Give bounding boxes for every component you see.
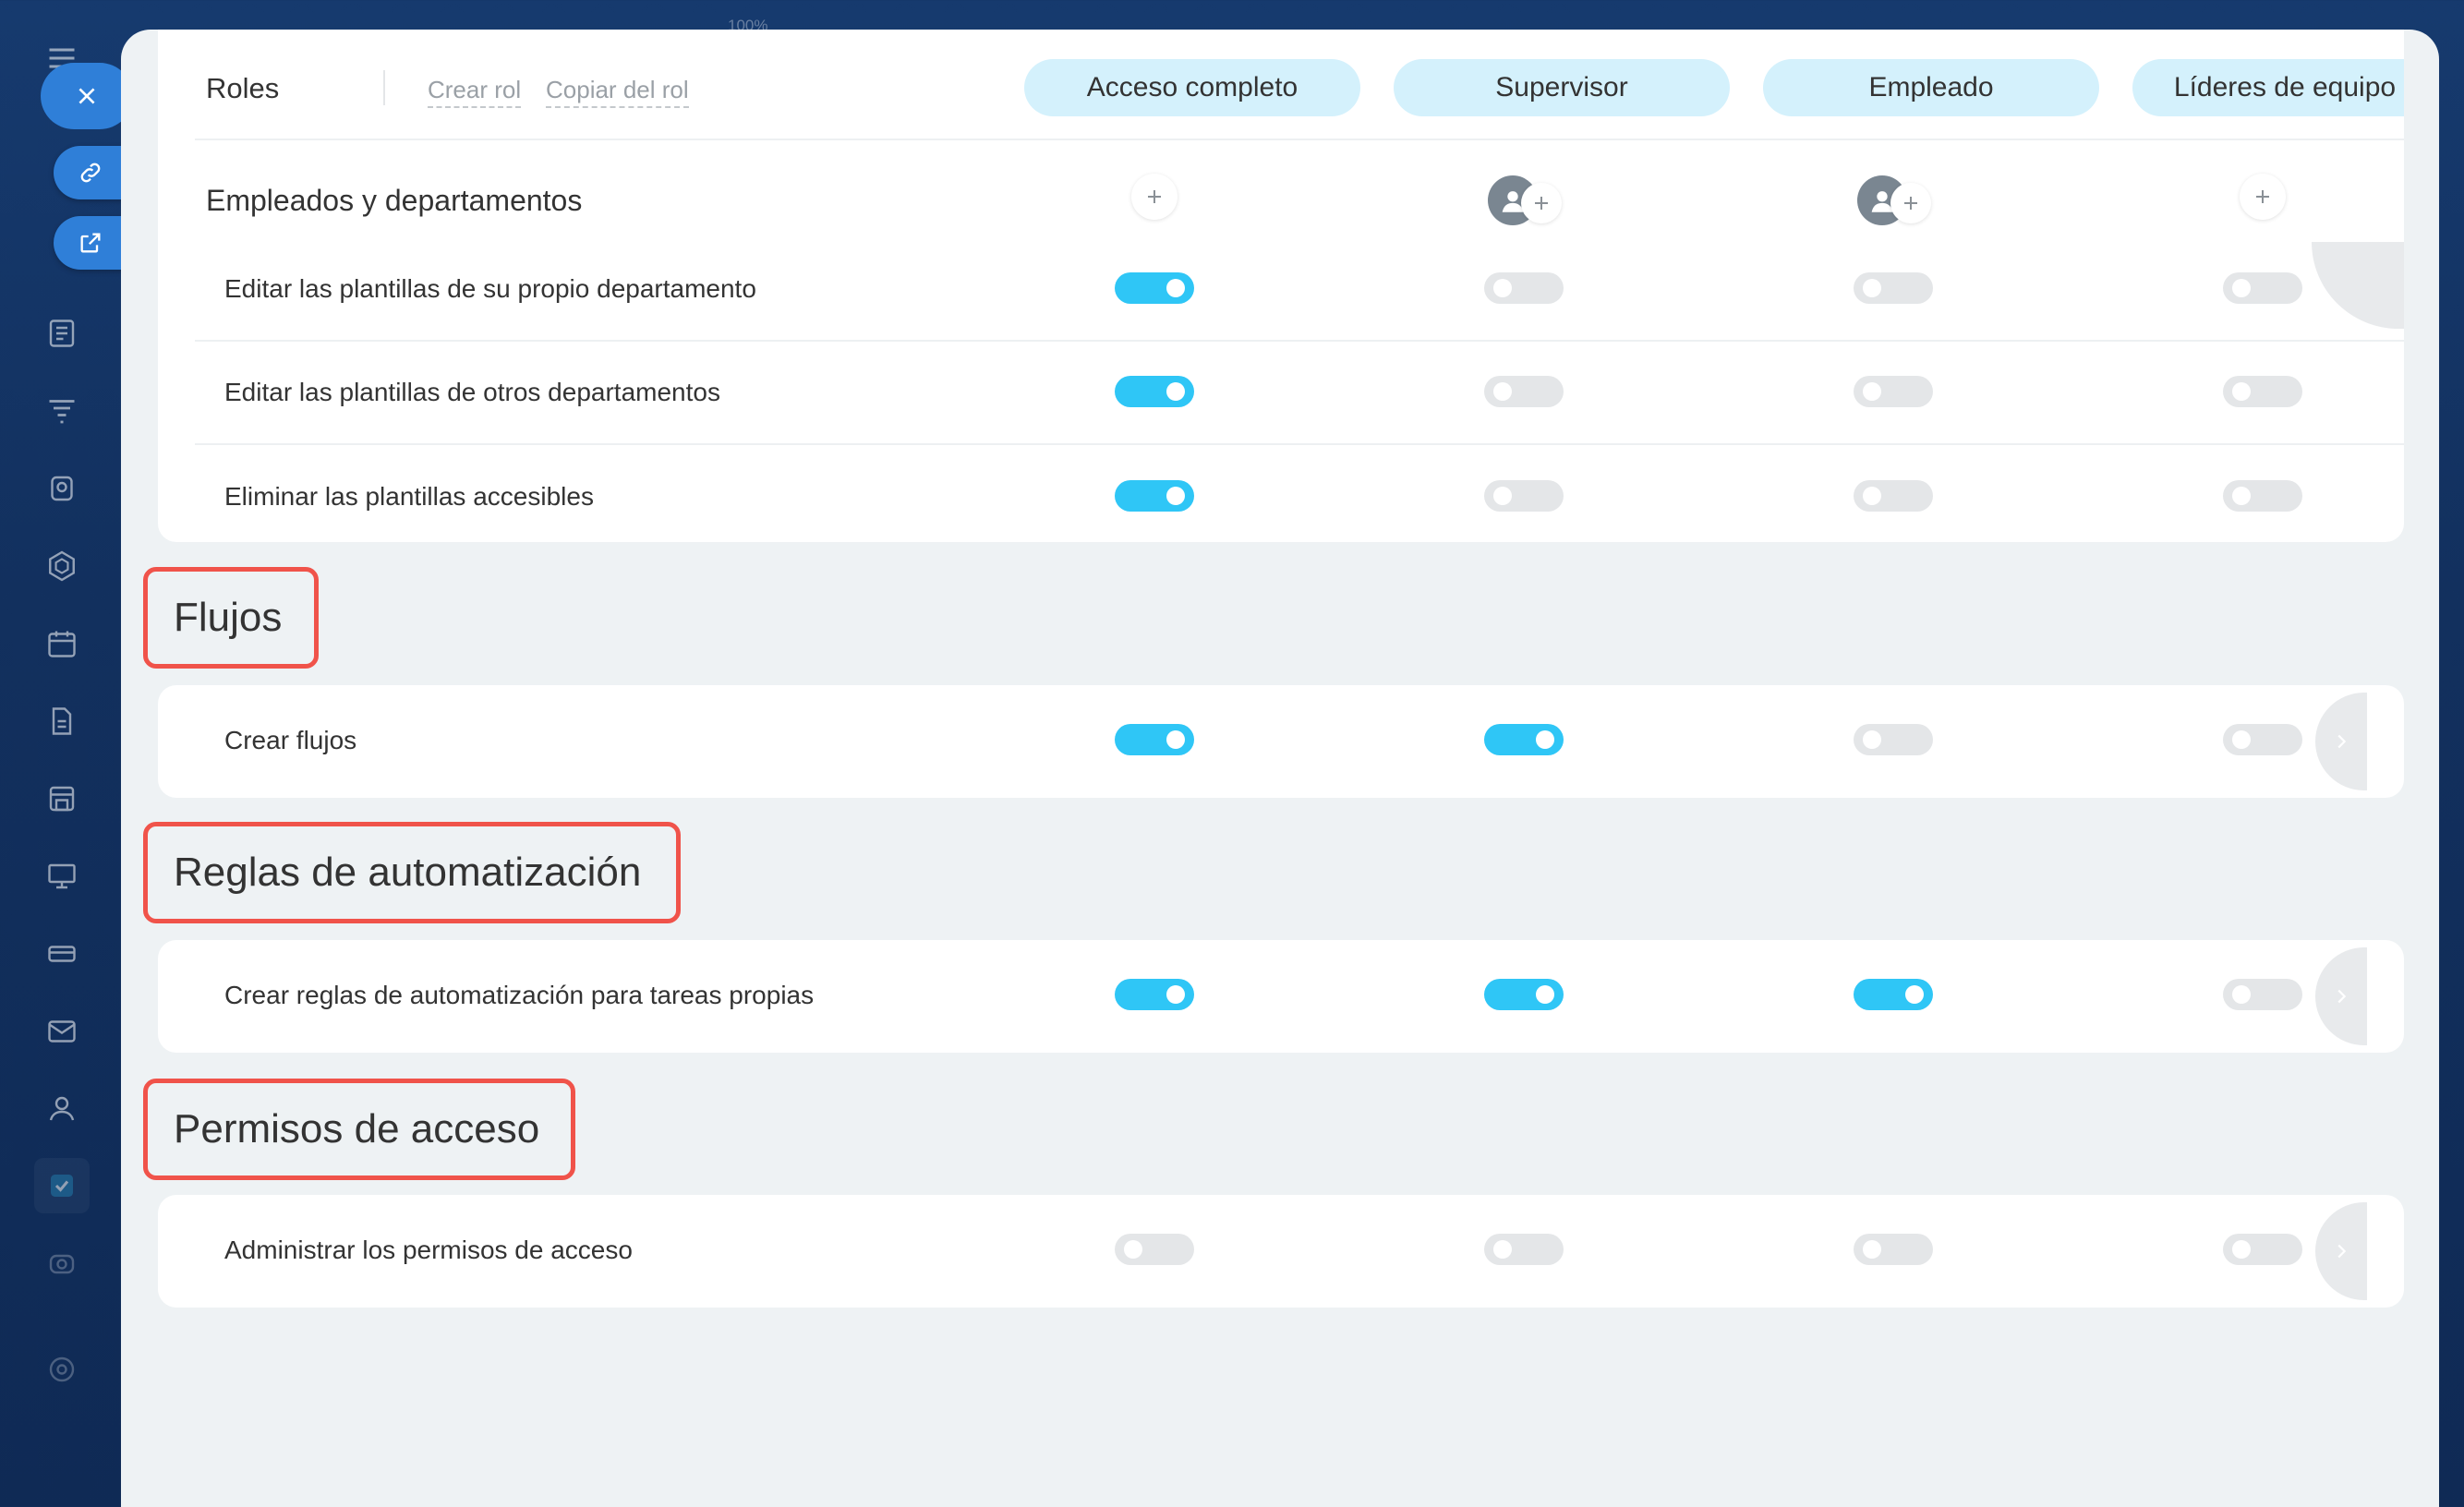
permission-toggle[interactable]	[1115, 724, 1194, 755]
permission-toggle[interactable]	[2223, 724, 2302, 755]
permission-label: Crear flujos	[224, 726, 357, 754]
section-heading-access-permissions: Permisos de acceso	[143, 1079, 575, 1180]
permission-label: Editar las plantillas de su propio depar…	[224, 274, 756, 303]
add-member-button[interactable]	[1521, 183, 1562, 223]
ticket-icon[interactable]	[41, 933, 83, 975]
permission-toggle[interactable]	[2223, 480, 2302, 512]
permission-toggle[interactable]	[1854, 480, 1933, 512]
permission-toggle[interactable]	[1484, 480, 1564, 512]
permission-toggle[interactable]	[1115, 979, 1194, 1010]
role-pill-supervisor[interactable]: Supervisor	[1394, 59, 1730, 116]
permission-label: Administrar los permisos de acceso	[224, 1236, 633, 1264]
permission-toggle[interactable]	[1854, 1234, 1933, 1265]
section-title: Flujos	[174, 595, 283, 640]
team-icon[interactable]	[41, 1243, 83, 1285]
copy-link-button[interactable]	[54, 146, 127, 199]
role-pill-employee[interactable]: Empleado	[1763, 59, 2099, 116]
plus-icon	[1535, 197, 1548, 210]
left-rail	[0, 0, 133, 1507]
permission-toggle[interactable]	[1484, 376, 1564, 407]
link-icon	[80, 163, 101, 183]
permission-toggle[interactable]	[1854, 376, 1933, 407]
permission-row: Crear flujos	[195, 689, 2404, 792]
hexagon-icon[interactable]	[41, 545, 83, 587]
permission-toggle[interactable]	[2223, 1234, 2302, 1265]
calendar-icon[interactable]	[41, 622, 83, 665]
role-pill-team-leaders[interactable]: Líderes de equipo	[2132, 59, 2404, 116]
header-divider	[383, 70, 385, 105]
permission-row: Editar las plantillas de otros departame…	[195, 342, 2404, 445]
permission-label: Eliminar las plantillas accesibles	[224, 482, 594, 511]
permission-toggle[interactable]	[1854, 979, 1933, 1010]
permission-label: Editar las plantillas de otros departame…	[224, 378, 720, 406]
section-title: Reglas de automatización	[174, 850, 642, 895]
permission-toggle[interactable]	[1854, 272, 1933, 304]
funnel-icon[interactable]	[41, 390, 83, 432]
automation-card: Crear reglas de automatización para tare…	[158, 940, 2404, 1053]
chevron-right-icon	[2337, 1244, 2347, 1259]
add-member-button[interactable]	[1131, 174, 1178, 220]
group-title: Empleados y departamentos	[206, 183, 583, 217]
chevron-right-icon	[2337, 734, 2347, 749]
permission-toggle[interactable]	[1484, 272, 1564, 304]
role-pill-full-access[interactable]: Acceso completo	[1024, 59, 1360, 116]
chevron-right-icon	[2337, 989, 2347, 1004]
settings-icon[interactable]	[41, 1348, 83, 1391]
permission-toggle[interactable]	[1115, 376, 1194, 407]
permission-toggle[interactable]	[1484, 979, 1564, 1010]
permission-row: Administrar los permisos de acceso	[195, 1199, 2404, 1302]
store-icon[interactable]	[41, 778, 83, 820]
external-link-icon	[80, 233, 101, 253]
open-in-new-window-button[interactable]	[54, 216, 127, 270]
flows-card: Crear flujos	[158, 685, 2404, 798]
access-permissions-card: Administrar los permisos de acceso	[158, 1195, 2404, 1308]
permission-toggle[interactable]	[1115, 272, 1194, 304]
permission-toggle[interactable]	[2223, 979, 2302, 1010]
plus-icon	[2256, 190, 2269, 203]
section-heading-flows: Flujos	[143, 567, 319, 669]
news-icon[interactable]	[41, 312, 83, 355]
roles-title: Roles	[206, 72, 280, 104]
permission-toggle[interactable]	[1484, 724, 1564, 755]
roles-header: Roles Crear rol Copiar del rol Acceso co…	[195, 30, 2404, 140]
add-member-button[interactable]	[2240, 174, 2286, 220]
permission-row: Editar las plantillas de su propio depar…	[195, 238, 2404, 342]
permission-toggle[interactable]	[2223, 376, 2302, 407]
robot-icon[interactable]	[41, 467, 83, 510]
permission-toggle[interactable]	[1484, 1234, 1564, 1265]
permission-toggle[interactable]	[1115, 1234, 1194, 1265]
presentation-icon[interactable]	[41, 855, 83, 898]
create-role-link[interactable]: Crear rol	[428, 76, 522, 108]
permission-toggle[interactable]	[1854, 724, 1933, 755]
document-icon[interactable]	[41, 700, 83, 742]
copy-role-link[interactable]: Copiar del rol	[546, 76, 689, 108]
plus-icon	[1148, 190, 1161, 203]
section-title: Permisos de acceso	[174, 1106, 540, 1151]
permission-toggle[interactable]	[2223, 272, 2302, 304]
permission-row: Crear reglas de automatización para tare…	[195, 944, 2404, 1047]
add-member-button[interactable]	[1890, 183, 1931, 223]
group-row-employees: Empleados y departamentos	[195, 150, 2404, 251]
tasks-icon[interactable]	[34, 1158, 90, 1213]
section-heading-automation-rules: Reglas de automatización	[143, 822, 681, 923]
close-button[interactable]	[41, 63, 133, 129]
plus-icon	[1904, 197, 1917, 210]
permission-toggle[interactable]	[1115, 480, 1194, 512]
close-icon	[79, 88, 95, 104]
permissions-card: Roles Crear rol Copiar del rol Acceso co…	[158, 30, 2404, 542]
permission-label: Crear reglas de automatización para tare…	[224, 981, 815, 1009]
permission-row: Eliminar las plantillas accesibles	[195, 445, 2404, 542]
mail-icon[interactable]	[41, 1010, 83, 1053]
users-icon[interactable]	[41, 1088, 83, 1130]
main-panel: Roles Crear rol Copiar del rol Acceso co…	[121, 30, 2439, 1507]
